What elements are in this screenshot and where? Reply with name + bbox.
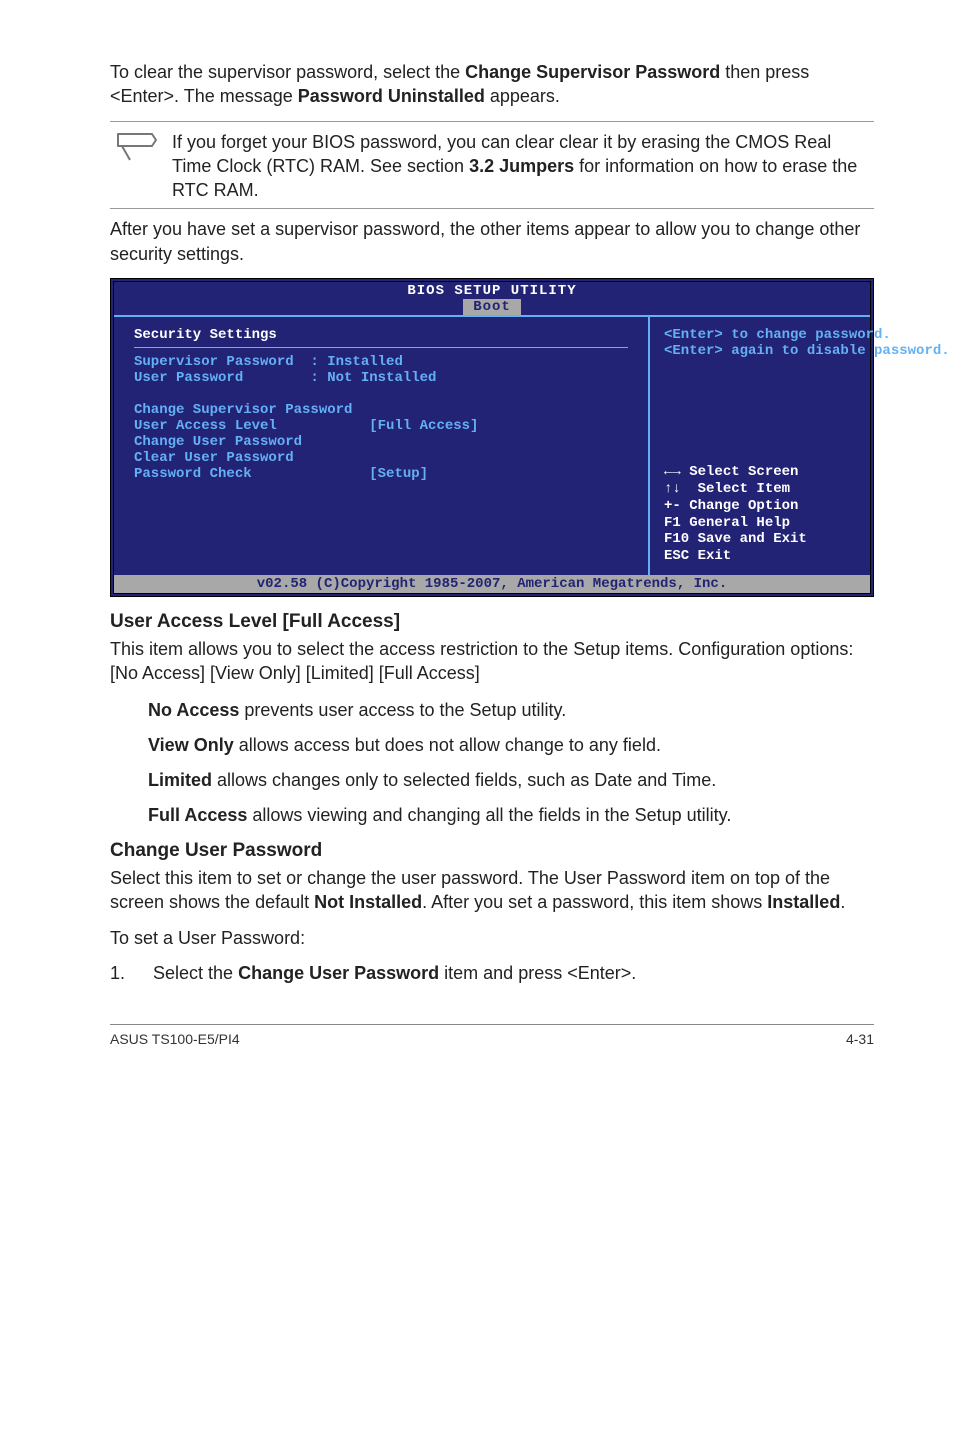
bold: Change User Password	[238, 963, 439, 983]
bold: Full Access	[148, 805, 247, 825]
opt-noaccess: No Access prevents user access to the Se…	[148, 700, 874, 721]
bios-footer: v02.58 (C)Copyright 1985-2007, American …	[114, 575, 870, 593]
bold: 3.2 Jumpers	[469, 156, 574, 176]
after-set-para: After you have set a supervisor password…	[110, 217, 874, 266]
ual-desc: This item allows you to select the acces…	[110, 637, 874, 686]
bios-divider	[134, 347, 628, 348]
txt: appears.	[485, 86, 560, 106]
cup-para: Select this item to set or change the us…	[110, 866, 874, 915]
bios-row-pwcheck: Password Check [Setup]	[134, 466, 628, 482]
bold: Installed	[767, 892, 840, 912]
bold: View Only	[148, 735, 234, 755]
bios-row-clear: Clear User Password	[134, 450, 628, 466]
opt-limited: Limited allows changes only to selected …	[148, 770, 874, 791]
divider	[110, 208, 874, 209]
bold: Not Installed	[314, 892, 422, 912]
bios-title: BIOS SETUP UTILITY	[114, 283, 870, 299]
bios-help2: <Enter> again to disable password.	[664, 343, 856, 359]
step-1: 1. Select the Change User Password item …	[110, 963, 874, 984]
txt: item and press <Enter>.	[439, 963, 636, 983]
key-f10: F10 Save and Exit	[664, 531, 856, 548]
bios-left-panel: Security Settings Supervisor Password : …	[114, 317, 650, 575]
txt: .	[840, 892, 845, 912]
divider	[110, 121, 874, 122]
heading-change-user: Change User Password	[110, 840, 874, 862]
bold: Limited	[148, 770, 212, 790]
key-select-screen: ←→ Select Screen	[664, 464, 856, 481]
txt: Select Item	[698, 481, 790, 497]
txt: allows changes only to selected fields, …	[212, 770, 716, 790]
txt: allows access but does not allow change …	[234, 735, 661, 755]
bold-cmd: Change Supervisor Password	[465, 62, 720, 82]
heading-user-access: User Access Level [Full Access]	[110, 611, 874, 633]
txt: prevents user access to the Setup utilit…	[239, 700, 566, 720]
txt: Select Screen	[689, 464, 798, 480]
bios-screenshot: BIOS SETUP UTILITY Boot Security Setting…	[110, 278, 874, 597]
bios-header: BIOS SETUP UTILITY Boot	[114, 282, 870, 315]
note-block: If you forget your BIOS password, you ca…	[110, 130, 874, 203]
key-select-item: ↑↓ Select Item	[664, 481, 856, 498]
note-text: If you forget your BIOS password, you ca…	[172, 130, 874, 203]
key-f1: F1 General Help	[664, 515, 856, 532]
bios-body: Security Settings Supervisor Password : …	[114, 315, 870, 575]
bold-msg: Password Uninstalled	[298, 86, 485, 106]
bios-row-supervisor: Supervisor Password : Installed	[134, 354, 628, 370]
bios-right-panel: <Enter> to change password. <Enter> agai…	[650, 317, 870, 575]
bios-row-acclevel: User Access Level [Full Access]	[134, 418, 628, 434]
bios-help: <Enter> to change password. <Enter> agai…	[664, 327, 856, 359]
bios-row-change-sup: Change Supervisor Password	[134, 402, 628, 418]
step-num: 1.	[110, 963, 125, 984]
footer-right: 4-31	[846, 1031, 874, 1047]
txt: Select the	[153, 963, 238, 983]
bios-tab-boot: Boot	[463, 299, 521, 315]
bold: No Access	[148, 700, 239, 720]
bios-section-title: Security Settings	[134, 327, 628, 343]
txt: To clear the supervisor password, select…	[110, 62, 465, 82]
txt: allows viewing and changing all the fiel…	[247, 805, 731, 825]
key-change: +- Change Option	[664, 498, 856, 515]
spacer	[134, 386, 628, 402]
footer-left: ASUS TS100-E5/PI4	[110, 1031, 240, 1047]
bios-help1: <Enter> to change password.	[664, 327, 856, 343]
bios-row-change-user: Change User Password	[134, 434, 628, 450]
opt-fullaccess: Full Access allows viewing and changing …	[148, 805, 874, 826]
note-icon	[116, 130, 158, 169]
bios-row-user: User Password : Not Installed	[134, 370, 628, 386]
touser-para: To set a User Password:	[110, 926, 874, 950]
bios-keys: ←→ Select Screen ↑↓ Select Item +- Chang…	[664, 464, 856, 565]
page-footer: ASUS TS100-E5/PI4 4-31	[110, 1024, 874, 1047]
key-esc: ESC Exit	[664, 548, 856, 565]
step-text: Select the Change User Password item and…	[153, 963, 636, 984]
txt: . After you set a password, this item sh…	[422, 892, 767, 912]
opt-viewonly: View Only allows access but does not all…	[148, 735, 874, 756]
intro-para: To clear the supervisor password, select…	[110, 60, 874, 109]
